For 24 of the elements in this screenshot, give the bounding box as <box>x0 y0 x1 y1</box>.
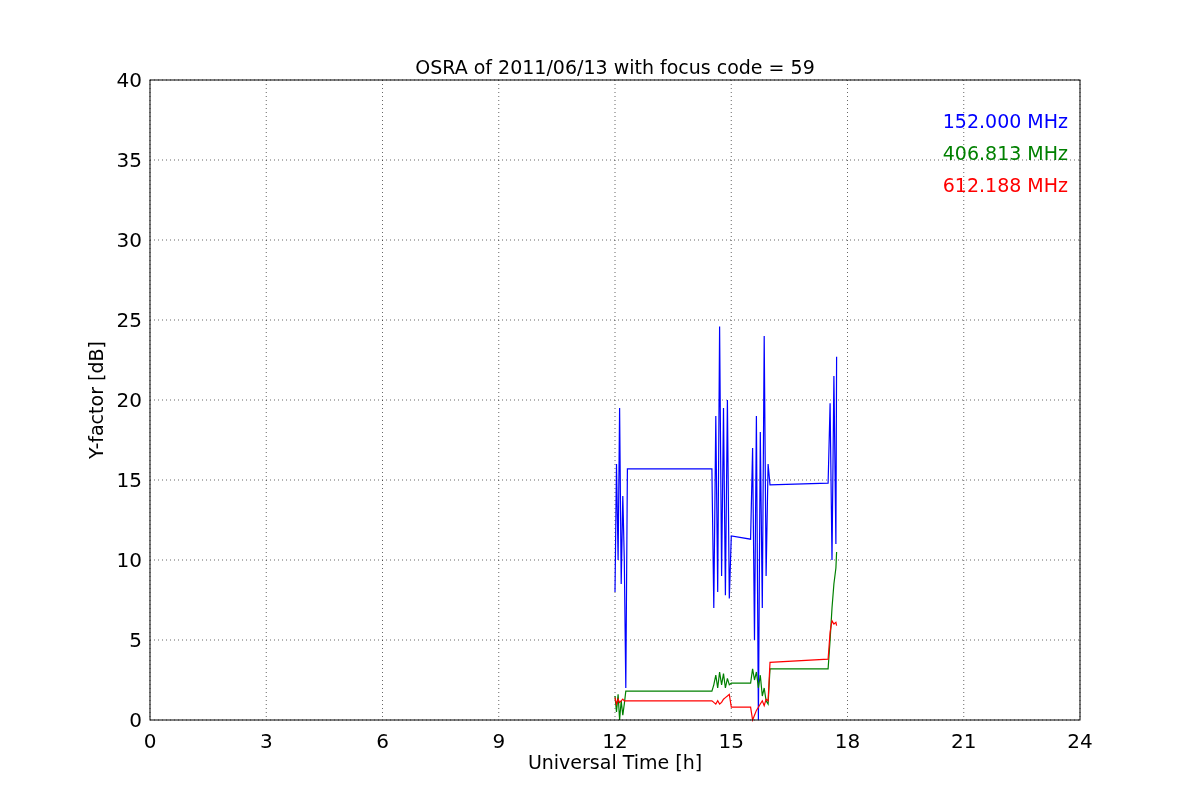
tick-label: 21 <box>951 729 977 753</box>
tick-label: 25 <box>116 308 142 332</box>
tick-label: 3 <box>259 729 273 753</box>
tick-label: 9 <box>492 729 506 753</box>
tick-label: 30 <box>116 228 142 252</box>
legend-label: 152.000 MHz <box>942 110 1068 132</box>
tick-label: 40 <box>116 68 142 92</box>
tick-label: 12 <box>602 729 628 753</box>
tick-label: 15 <box>116 468 142 492</box>
legend-label: 406.813 MHz <box>942 142 1068 164</box>
tick-label: 20 <box>116 388 142 412</box>
chart-title: OSRA of 2011/06/13 with focus code = 59 <box>415 56 815 78</box>
tick-label: 0 <box>129 708 142 732</box>
tick-label: 10 <box>116 548 142 572</box>
tick-label: 24 <box>1067 729 1093 753</box>
y-axis-label: Y-factor [dB] <box>85 341 107 459</box>
tick-label: 0 <box>143 729 157 753</box>
tick-label: 35 <box>116 148 142 172</box>
legend-label: 612.188 MHz <box>942 174 1068 196</box>
tick-label: 15 <box>718 729 744 753</box>
tick-label: 6 <box>376 729 389 753</box>
x-axis-label: Universal Time [h] <box>527 751 703 773</box>
tick-label: 18 <box>834 729 861 753</box>
tick-label: 5 <box>129 628 142 652</box>
